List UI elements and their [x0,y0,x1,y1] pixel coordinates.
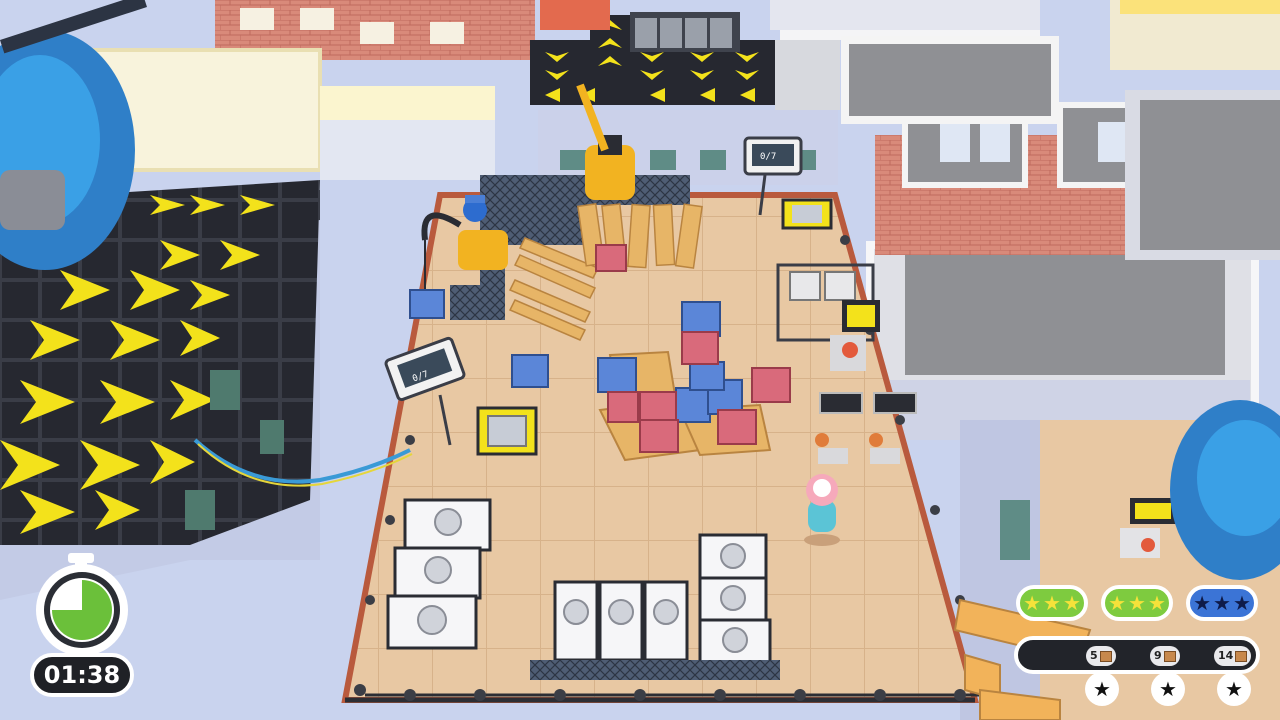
milestone-count: 9 [1154,649,1162,662]
game-scene: 0/7 0/7 [0,0,1280,720]
box-icon [1235,650,1248,662]
milestone-count-chip: 5 [1086,646,1116,666]
timer-readout: 01:38 [30,653,134,697]
goal-three-star-rating: ★ ★ ★ [1186,585,1258,621]
goal-star: ★ [1213,591,1231,615]
goal-star: ★ [1232,591,1251,615]
milestone-star-icon: ★ [1217,672,1251,706]
goal-star: ★ [1128,591,1146,615]
milestone-star-icon: ★ [1085,672,1119,706]
milestone-count: 14 [1218,649,1234,662]
goal-star: ★ [1062,591,1081,615]
milestone-star-icon: ★ [1151,672,1185,706]
milestone-count-chip: 9 [1150,646,1180,666]
counter-top-text: 0/7 [760,152,776,162]
goal-star: ★ [1147,591,1166,615]
goal-star: ★ [1043,591,1061,615]
box-icon [1099,650,1112,662]
goal-star: ★ [1193,591,1212,615]
goal-star: ★ [1108,591,1127,615]
goal-one-star-rating: ★ ★ ★ [1016,585,1088,621]
goal-star: ★ [1023,591,1042,615]
milestone-count-chip: 14 [1214,646,1252,666]
box-icon [1163,650,1176,662]
goal-two-star-rating: ★ ★ ★ [1101,585,1173,621]
milestone-count: 5 [1090,649,1098,662]
